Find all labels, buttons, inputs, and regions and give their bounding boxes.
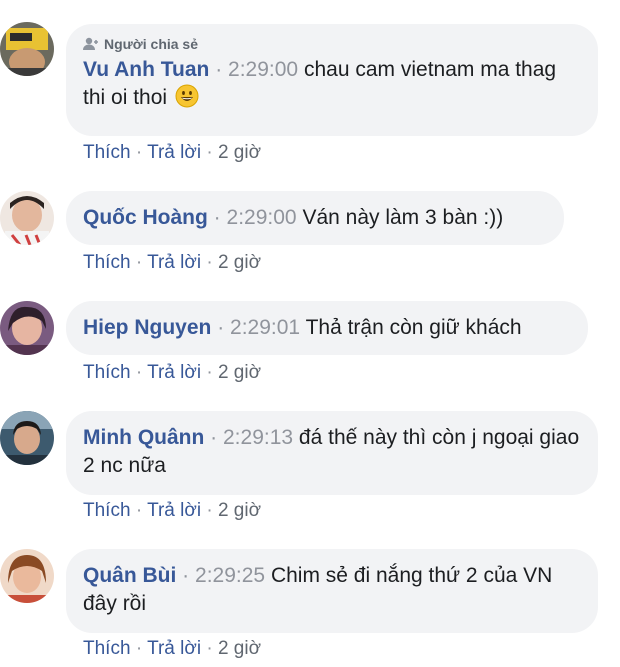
comment-text-line: Quân Bùi · 2:29:25 Chim sẻ đi nắng thứ 2… <box>83 564 553 615</box>
relative-time[interactable]: 2 giờ <box>218 142 261 163</box>
comment-actions: Thích · Trả lời · 2 giờ <box>83 500 261 522</box>
commenter-name[interactable]: Quân Bùi <box>83 564 176 587</box>
commenter-name[interactable]: Minh Quânn <box>83 426 204 449</box>
separator: · <box>135 252 143 273</box>
separator: · <box>206 252 213 273</box>
avatar[interactable] <box>0 22 54 76</box>
grinning-face-emoji-icon <box>175 84 199 108</box>
separator: · <box>135 500 143 521</box>
relative-time[interactable]: 2 giờ <box>218 252 261 273</box>
reply-link[interactable]: Trả lời <box>147 500 201 521</box>
comment-text: Thả trận còn giữ khách <box>305 316 522 339</box>
separator: · <box>206 638 213 659</box>
comment-bubble: Quân Bùi · 2:29:25 Chim sẻ đi nắng thứ 2… <box>66 549 598 633</box>
separator: · <box>135 638 143 659</box>
separator: · <box>206 500 213 521</box>
comment-actions: Thích · Trả lời · 2 giờ <box>83 362 261 384</box>
comment-timestamp[interactable]: 2:29:25 <box>195 564 265 587</box>
separator: · <box>135 362 143 383</box>
commenter-name[interactable]: Hiep Nguyen <box>83 316 211 339</box>
reply-link[interactable]: Trả lời <box>147 142 201 163</box>
separator: · <box>135 142 143 163</box>
comment-bubble: Quốc Hoàng · 2:29:00 Ván này làm 3 bàn :… <box>66 191 564 245</box>
commenter-name[interactable]: Quốc Hoàng <box>83 206 208 229</box>
commenter-name[interactable]: Vu Anh Tuan <box>83 58 209 81</box>
reply-link[interactable]: Trả lời <box>147 638 201 659</box>
comment-bubble: Hiep Nguyen · 2:29:01 Thả trận còn giữ k… <box>66 301 588 355</box>
comment-text: Ván này làm 3 bàn :)) <box>302 206 504 229</box>
comment-text-line: Quốc Hoàng · 2:29:00 Ván này làm 3 bàn :… <box>83 206 504 229</box>
shared-by-badge: Người chia sẻ <box>83 34 580 54</box>
comment-text-line: Minh Quânn · 2:29:13 đá thế này thì còn … <box>83 426 580 477</box>
separator: · <box>206 362 213 383</box>
comment-timestamp[interactable]: 2:29:01 <box>230 316 300 339</box>
comment-bubble: Người chia sẻ Vu Anh Tuan · 2:29:00 chau… <box>66 24 598 136</box>
comment-timestamp[interactable]: 2:29:00 <box>227 206 297 229</box>
separator: · <box>206 142 213 163</box>
like-link[interactable]: Thích <box>83 252 131 273</box>
avatar[interactable] <box>0 549 54 603</box>
relative-time[interactable]: 2 giờ <box>218 500 261 521</box>
comment-timestamp[interactable]: 2:29:13 <box>223 426 293 449</box>
comment-actions: Thích · Trả lời · 2 giờ <box>83 638 261 660</box>
comment-actions: Thích · Trả lời · 2 giờ <box>83 252 261 274</box>
shared-by-label: Người chia sẻ <box>104 36 199 52</box>
relative-time[interactable]: 2 giờ <box>218 362 261 383</box>
like-link[interactable]: Thích <box>83 362 131 383</box>
avatar[interactable] <box>0 301 54 355</box>
comment-bubble: Minh Quânn · 2:29:13 đá thế này thì còn … <box>66 411 598 495</box>
like-link[interactable]: Thích <box>83 500 131 521</box>
like-link[interactable]: Thích <box>83 142 131 163</box>
comment-text-line: Vu Anh Tuan · 2:29:00 chau cam vietnam m… <box>83 58 557 109</box>
avatar[interactable] <box>0 191 54 245</box>
avatar[interactable] <box>0 411 54 465</box>
comment-actions: Thích · Trả lời · 2 giờ <box>83 142 261 164</box>
relative-time[interactable]: 2 giờ <box>218 638 261 659</box>
reply-link[interactable]: Trả lời <box>147 252 201 273</box>
user-share-icon <box>83 37 99 51</box>
reply-link[interactable]: Trả lời <box>147 362 201 383</box>
comment-timestamp[interactable]: 2:29:00 <box>228 58 298 81</box>
comment-text-line: Hiep Nguyen · 2:29:01 Thả trận còn giữ k… <box>83 316 522 339</box>
like-link[interactable]: Thích <box>83 638 131 659</box>
